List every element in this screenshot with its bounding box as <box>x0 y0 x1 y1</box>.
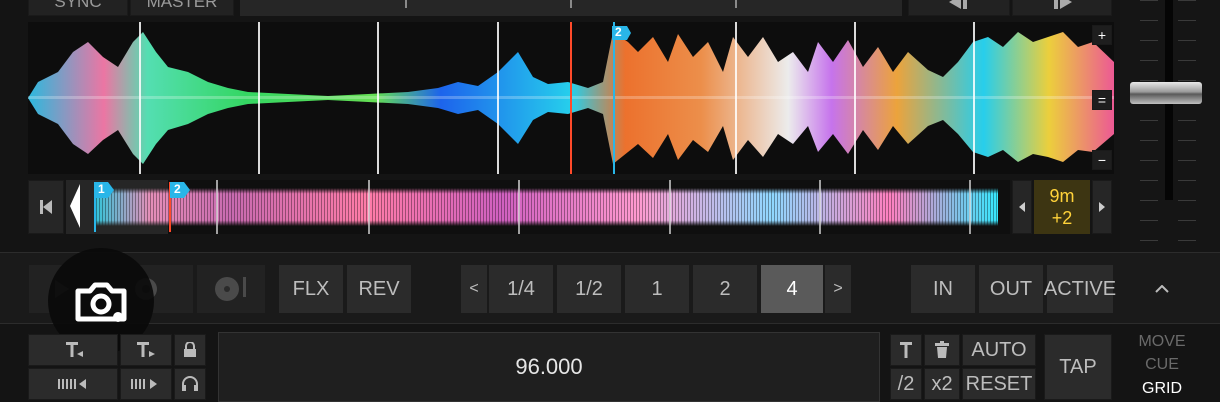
go-to-start-button[interactable] <box>28 180 64 234</box>
tempo-fader-track[interactable] <box>1120 0 1220 252</box>
grid-marker-left-button[interactable] <box>28 334 118 366</box>
trash-icon <box>935 341 949 358</box>
chevron-up-icon <box>1155 285 1169 293</box>
timer-prev-button[interactable] <box>1012 180 1032 234</box>
loop-size-half[interactable]: 1/2 <box>556 264 622 314</box>
loop-active-button[interactable]: ACTIVE <box>1044 264 1116 314</box>
lock-button[interactable] <box>174 334 206 366</box>
mode-cue[interactable]: CUE <box>1145 356 1179 374</box>
reverse-button[interactable]: REV <box>346 264 412 314</box>
main-waveform[interactable]: 2 <box>28 22 1114 174</box>
loop-out-button[interactable]: OUT <box>978 264 1044 314</box>
overview-waveform <box>96 188 998 226</box>
camera-icon <box>75 282 127 322</box>
skip-to-start-icon <box>40 200 52 214</box>
set-grid-marker-button[interactable] <box>890 334 922 366</box>
loop-in-button[interactable]: IN <box>910 264 976 314</box>
delete-grid-marker-button[interactable] <box>924 334 960 366</box>
time-offset: +2 <box>1051 208 1073 228</box>
loop-size-prev-button[interactable]: < <box>460 264 488 314</box>
fader-ticks <box>1140 0 1196 250</box>
bpm-value: 96.000 <box>515 354 583 379</box>
collapse-button[interactable] <box>1124 264 1200 314</box>
grid-marker-icon <box>137 342 155 357</box>
overview-cue-1-label: 1 <box>98 182 105 196</box>
overview-cue-2-label: 2 <box>174 182 181 196</box>
remaining-time: 9m <box>1049 186 1075 206</box>
loop-size-1[interactable]: 1 <box>624 264 690 314</box>
grid-marker-icon <box>900 342 912 358</box>
grid-marker-icon <box>66 342 83 357</box>
bpm-display[interactable]: 96.000 <box>218 332 880 402</box>
waveform-svg <box>28 22 1114 174</box>
track-overview[interactable]: 1 2 <box>66 180 1010 234</box>
sync-button[interactable]: SYNC <box>28 0 128 16</box>
lock-icon <box>184 342 196 357</box>
jump-forward-icon <box>1054 0 1072 9</box>
jump-back-icon <box>949 0 967 9</box>
remaining-time-display: 9m +2 <box>1034 180 1090 234</box>
cue-marker-label: 2 <box>615 25 622 39</box>
mode-selector[interactable]: MOVE CUE GRID <box>1124 330 1200 401</box>
grid-marker-right-button[interactable] <box>120 334 172 366</box>
monitor-button[interactable] <box>174 368 206 400</box>
top-seek-strip[interactable] <box>240 0 902 16</box>
chevron-right-icon <box>1099 202 1105 212</box>
mode-grid[interactable]: GRID <box>1142 380 1182 398</box>
auto-grid-button[interactable]: AUTO <box>962 334 1036 366</box>
grid-shift-left-icon <box>58 379 86 389</box>
half-bpm-button[interactable]: /2 <box>890 368 922 400</box>
zoom-reset-button[interactable]: = <box>1092 90 1112 110</box>
tap-tempo-button[interactable]: TAP <box>1044 334 1112 400</box>
jump-forward-button[interactable] <box>1012 0 1112 16</box>
reset-grid-button[interactable]: RESET <box>962 368 1036 400</box>
zoom-in-button[interactable]: + <box>1092 25 1112 45</box>
headphones-icon <box>182 376 198 391</box>
grid-shift-right-icon <box>131 379 157 389</box>
chevron-left-icon <box>1019 202 1025 212</box>
loop-size-next-button[interactable]: > <box>824 264 852 314</box>
loop-size-2[interactable]: 2 <box>692 264 758 314</box>
master-button[interactable]: MASTER <box>130 0 234 16</box>
loop-size-quarter[interactable]: 1/4 <box>488 264 554 314</box>
double-bpm-button[interactable]: x2 <box>924 368 960 400</box>
mode-move[interactable]: MOVE <box>1138 333 1185 351</box>
vinyl-mode-button[interactable] <box>196 264 266 314</box>
beatgrid-shift-right-button[interactable] <box>120 368 172 400</box>
tempo-fader-handle[interactable] <box>1130 82 1202 104</box>
zoom-out-button[interactable]: − <box>1092 150 1112 170</box>
turntable-icon <box>215 277 246 301</box>
flux-button[interactable]: FLX <box>278 264 344 314</box>
timer-next-button[interactable] <box>1092 180 1112 234</box>
beatgrid-shift-left-button[interactable] <box>28 368 118 400</box>
jump-back-button[interactable] <box>908 0 1010 16</box>
loop-size-4[interactable]: 4 <box>760 264 824 314</box>
